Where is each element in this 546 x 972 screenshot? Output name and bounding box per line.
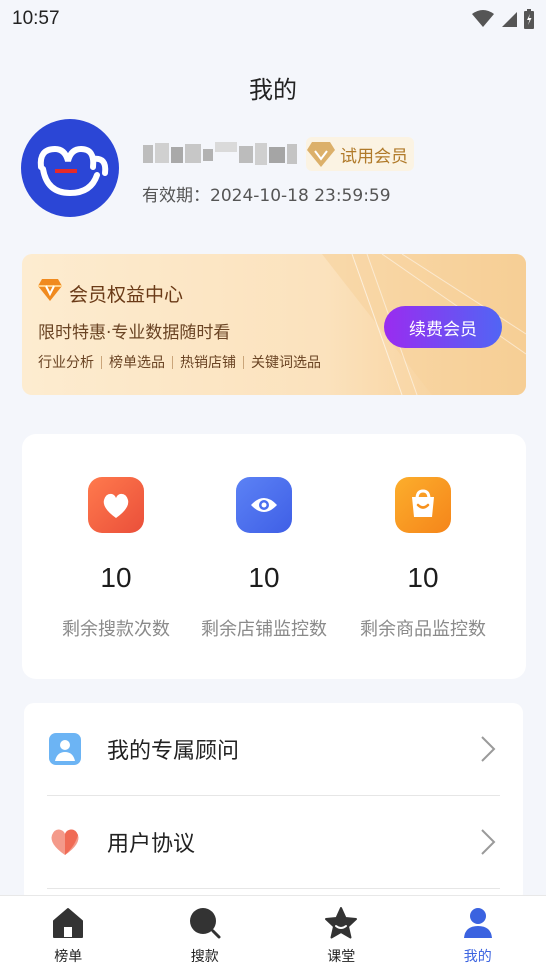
validity-text: 有效期：2024-10-18 23:59:59	[142, 186, 391, 206]
menu-list: 我的专属顾问 用户协议	[24, 703, 523, 903]
status-icons	[472, 9, 534, 29]
vip-diamond-icon	[38, 279, 62, 301]
agreement-heart-icon	[49, 826, 81, 858]
battery-icon	[524, 9, 534, 29]
diamond-badge-icon	[307, 142, 335, 167]
vip-tag: 行业分析	[38, 355, 94, 371]
user-icon	[461, 906, 495, 940]
avatar[interactable]	[21, 119, 119, 217]
chevron-right-icon	[479, 734, 497, 764]
tab-label: 搜款	[190, 949, 219, 965]
heart-icon	[88, 477, 144, 533]
stat-label: 剩余搜款次数	[62, 619, 170, 640]
stat-label: 剩余店铺监控数	[201, 619, 327, 640]
renew-membership-button[interactable]: 续费会员	[384, 306, 502, 348]
stat-shop-monitor-quota[interactable]: 10 剩余店铺监控数	[180, 434, 348, 679]
tab-label: 榜单	[54, 949, 83, 965]
search-icon	[188, 906, 222, 940]
chevron-right-icon	[479, 827, 497, 857]
menu-item-label: 用户协议	[107, 832, 196, 857]
member-badge-label: 试用会员	[340, 146, 408, 167]
eye-icon	[236, 477, 292, 533]
menu-item-user-agreement[interactable]: 用户协议	[24, 796, 523, 888]
vip-card-title: 会员权益中心	[69, 284, 184, 306]
tab-mine[interactable]: 我的	[410, 896, 546, 972]
vip-benefits-card[interactable]: 会员权益中心 限时特惠·专业数据随时看 行业分析 榜单选品 热销店铺 关键词选品…	[22, 254, 526, 395]
vip-tag: 热销店铺	[180, 355, 236, 371]
page-title: 我的	[249, 76, 297, 104]
tab-classroom[interactable]: 课堂	[273, 896, 410, 972]
stat-value: 10	[407, 562, 439, 593]
menu-item-advisor[interactable]: 我的专属顾问	[24, 703, 523, 795]
signal-icon	[502, 12, 517, 27]
status-bar: 10:57	[0, 0, 546, 38]
tab-ranking[interactable]: 榜单	[0, 896, 137, 972]
member-badge[interactable]: 试用会员	[306, 137, 414, 171]
stat-value: 10	[248, 562, 280, 593]
quota-stats-card: 10 剩余搜款次数 10 剩余店铺监控数 10 剩余商品监控数	[22, 434, 526, 679]
advisor-icon	[49, 733, 81, 765]
stat-value: 10	[100, 562, 132, 593]
home-icon	[51, 906, 85, 940]
tab-search[interactable]: 搜款	[137, 896, 274, 972]
divider	[47, 888, 500, 889]
avatar-logo-icon	[37, 145, 109, 197]
tab-label: 我的	[463, 949, 492, 965]
star-icon	[324, 906, 358, 940]
bag-icon	[395, 477, 451, 533]
vip-card-subtitle: 限时特惠·专业数据随时看	[38, 323, 231, 343]
stat-product-monitor-quota[interactable]: 10 剩余商品监控数	[339, 434, 507, 679]
wifi-icon	[472, 10, 494, 27]
bottom-tab-bar: 榜单 搜款 课堂 我的	[0, 895, 546, 972]
stat-label: 剩余商品监控数	[360, 619, 486, 640]
status-time: 10:57	[12, 8, 60, 29]
vip-card-tags: 行业分析 榜单选品 热销店铺 关键词选品	[38, 352, 321, 372]
vip-tag: 关键词选品	[251, 355, 321, 371]
stat-search-quota[interactable]: 10 剩余搜款次数	[32, 434, 200, 679]
vip-tag: 榜单选品	[109, 355, 165, 371]
username-redacted	[143, 141, 301, 167]
tab-label: 课堂	[327, 949, 356, 965]
menu-item-label: 我的专属顾问	[107, 739, 240, 764]
